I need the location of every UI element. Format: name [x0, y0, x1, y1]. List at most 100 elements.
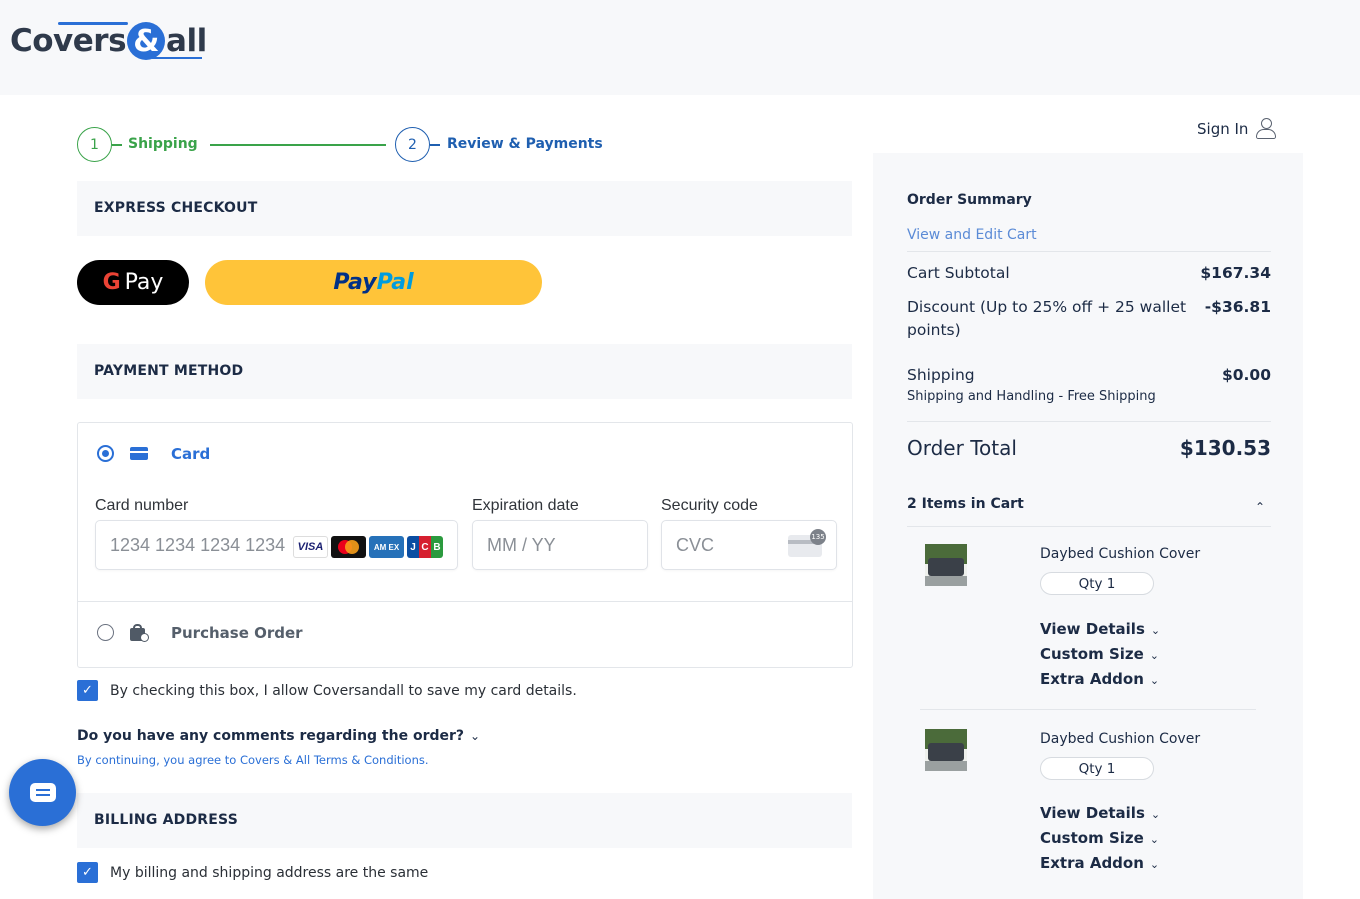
- chevron-down-icon: ⌄: [1149, 649, 1160, 662]
- logo-swoosh: [58, 22, 128, 25]
- mastercard-logo-icon: [331, 536, 366, 558]
- paypal-button[interactable]: Pay Pal: [205, 260, 542, 305]
- cart-item: Daybed Cushion Cover Qty 1 View Details ⌄…: [920, 729, 1260, 889]
- chevron-down-icon: ⌄: [1149, 674, 1160, 687]
- jcb-letter-b: B: [431, 536, 443, 558]
- chat-button[interactable]: [9, 759, 76, 826]
- summary-divider: [907, 526, 1271, 527]
- order-summary-title: Order Summary: [907, 192, 1032, 208]
- step-review-number: 2: [395, 127, 430, 162]
- custom-size-label: Custom Size: [1040, 645, 1144, 663]
- google-pay-label: Pay: [124, 270, 164, 295]
- card-number-field[interactable]: VISA AM EX J C B: [95, 520, 458, 570]
- order-summary-panel: Order Summary View and Edit Cart Cart Su…: [873, 153, 1303, 899]
- step-shipping-number[interactable]: 1: [77, 127, 112, 162]
- shopping-bag-icon: [130, 624, 149, 642]
- chevron-up-icon[interactable]: ⌃: [1255, 500, 1265, 514]
- cart-subtotal-value: $167.34: [1200, 264, 1271, 282]
- security-code-label: Security code: [661, 497, 758, 514]
- discount-label: Discount (Up to 25% off + 25 wallet poin…: [907, 298, 1187, 339]
- expiry-label: Expiration date: [472, 497, 579, 514]
- logo-text-right: all: [166, 23, 207, 59]
- amex-logo-icon: AM EX: [369, 536, 404, 558]
- payment-method-options: Card Card number VISA AM EX J C B Expira…: [77, 422, 853, 668]
- payment-method-header: PAYMENT METHOD: [77, 344, 852, 399]
- jcb-letter-j: J: [407, 536, 419, 558]
- product-name[interactable]: Daybed Cushion Cover: [1040, 731, 1200, 747]
- view-details-toggle[interactable]: View Details ⌄: [1040, 804, 1160, 822]
- save-card-text: By checking this box, I allow Coversanda…: [110, 683, 577, 699]
- credit-card-icon: [130, 447, 148, 460]
- chat-bubble-icon: [29, 783, 56, 802]
- product-thumbnail[interactable]: [925, 729, 967, 771]
- google-g-icon: G: [102, 270, 121, 295]
- step-connector: [430, 144, 440, 146]
- order-comments-toggle[interactable]: Do you have any comments regarding the o…: [77, 728, 480, 744]
- cvc-icon-number: 135: [810, 529, 826, 545]
- shipping-detail: Shipping and Handling - Free Shipping: [907, 389, 1156, 404]
- visa-logo-icon: VISA: [293, 536, 328, 558]
- card-number-label: Card number: [95, 497, 189, 514]
- logo-text-left: Covers: [10, 23, 127, 59]
- chevron-down-icon: ⌄: [1150, 808, 1161, 821]
- chevron-down-icon: ⌄: [1149, 858, 1160, 871]
- item-divider: [920, 709, 1256, 710]
- product-thumbnail[interactable]: [925, 544, 967, 586]
- payment-method-title: PAYMENT METHOD: [94, 363, 244, 379]
- items-in-cart-toggle[interactable]: 2 Items in Cart: [907, 496, 1024, 512]
- purchase-order-label[interactable]: Purchase Order: [171, 624, 303, 642]
- step-shipping-label[interactable]: Shipping: [128, 136, 198, 152]
- quantity-display: Qty 1: [1040, 757, 1154, 780]
- view-details-label: View Details: [1040, 620, 1145, 638]
- order-total-value: $130.53: [1179, 436, 1271, 460]
- card-radio[interactable]: [97, 445, 114, 462]
- paypal-logo-pay: Pay: [333, 270, 377, 295]
- view-details-toggle[interactable]: View Details ⌄: [1040, 620, 1160, 638]
- step-connector: [112, 144, 122, 146]
- terms-link[interactable]: By continuing, you agree to Covers & All…: [77, 753, 429, 767]
- step-progress-line: [210, 144, 386, 146]
- view-details-label: View Details: [1040, 804, 1145, 822]
- billing-same-text: My billing and shipping address are the …: [110, 865, 429, 881]
- card-number-input[interactable]: [110, 535, 290, 556]
- sign-in-link[interactable]: Sign In: [1197, 118, 1277, 140]
- discount-value: -$36.81: [1204, 298, 1271, 316]
- expiry-field[interactable]: [472, 520, 648, 570]
- view-edit-cart-link[interactable]: View and Edit Cart: [907, 227, 1037, 243]
- summary-divider: [907, 251, 1271, 252]
- billing-address-header: BILLING ADDRESS: [77, 793, 852, 848]
- site-header: Covers & all: [0, 0, 1360, 95]
- google-pay-button[interactable]: G Pay: [77, 260, 189, 305]
- cvc-card-icon: 135: [788, 529, 826, 557]
- billing-same-checkbox[interactable]: ✓: [77, 862, 98, 883]
- custom-size-toggle[interactable]: Custom Size ⌄: [1040, 645, 1159, 663]
- checkout-stepper: 1 Shipping 2 Review & Payments: [77, 127, 607, 163]
- user-icon: [1256, 118, 1277, 140]
- card-option-label[interactable]: Card: [171, 445, 210, 463]
- purchase-order-radio[interactable]: [97, 624, 114, 641]
- step-review-label: Review & Payments: [447, 136, 603, 152]
- chevron-down-icon: ⌄: [470, 729, 481, 743]
- extra-addon-toggle[interactable]: Extra Addon ⌄: [1040, 854, 1159, 872]
- logo-underline: [152, 57, 202, 59]
- express-checkout-title: EXPRESS CHECKOUT: [94, 200, 258, 216]
- shipping-label: Shipping: [907, 366, 975, 384]
- summary-divider: [907, 421, 1271, 422]
- product-name[interactable]: Daybed Cushion Cover: [1040, 546, 1200, 562]
- shipping-value: $0.00: [1221, 366, 1271, 384]
- cvc-input[interactable]: [676, 535, 776, 556]
- jcb-letter-c: C: [419, 536, 431, 558]
- custom-size-label: Custom Size: [1040, 829, 1144, 847]
- chevron-down-icon: ⌄: [1149, 833, 1160, 846]
- cart-item: Daybed Cushion Cover Qty 1 View Details ⌄…: [920, 544, 1260, 710]
- custom-size-toggle[interactable]: Custom Size ⌄: [1040, 829, 1159, 847]
- paypal-logo-pal: Pal: [376, 270, 414, 295]
- quantity-display: Qty 1: [1040, 572, 1154, 595]
- expiry-input[interactable]: [487, 535, 627, 556]
- cart-subtotal-label: Cart Subtotal: [907, 264, 1010, 282]
- security-code-field[interactable]: 135: [661, 520, 837, 570]
- extra-addon-toggle[interactable]: Extra Addon ⌄: [1040, 670, 1159, 688]
- extra-addon-label: Extra Addon: [1040, 670, 1144, 688]
- logo-ampersand: &: [127, 22, 166, 60]
- save-card-checkbox[interactable]: ✓: [77, 680, 98, 701]
